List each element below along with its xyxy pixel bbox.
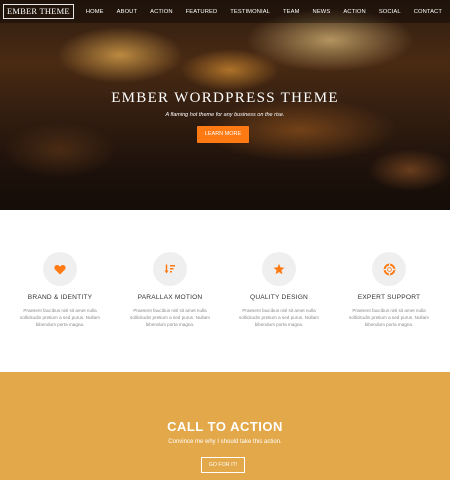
nav-social[interactable]: SOCIAL: [379, 9, 401, 15]
life-ring-icon: [383, 263, 395, 275]
feature-icon-circle: [153, 252, 187, 286]
nav-testimonial[interactable]: TESTIMONIAL: [230, 9, 270, 15]
top-navbar: EMBER THEME HOME ABOUT ACTION FEATURED T…: [0, 0, 450, 23]
nav-action-2[interactable]: ACTION: [343, 9, 366, 15]
nav-action[interactable]: ACTION: [150, 9, 173, 15]
feature-parallax-motion: PARALLAX MOTION Praesent faucibus nisl s…: [115, 252, 225, 328]
hero-section: EMBER THEME HOME ABOUT ACTION FEATURED T…: [0, 0, 450, 210]
nav-news[interactable]: NEWS: [313, 9, 331, 15]
cta-subtitle: Convince me why I should take this actio…: [168, 439, 282, 445]
feature-title: BRAND & IDENTITY: [27, 294, 93, 301]
feature-description: Praesent faucibus nisl sit amet nulla so…: [239, 308, 319, 327]
hero-title: EMBER WORDPRESS THEME: [111, 90, 339, 106]
cta-title: CALL TO ACTION: [167, 419, 283, 434]
feature-quality-design: QUALITY DESIGN Praesent faucibus nisl si…: [224, 252, 334, 328]
feature-title: QUALITY DESIGN: [249, 294, 308, 301]
feature-icon-circle: [262, 252, 296, 286]
feature-title: EXPERT SUPPORT: [357, 294, 421, 301]
nav-featured[interactable]: FEATURED: [186, 9, 218, 15]
hero-subtitle: A flaming hot theme for any business on …: [165, 112, 285, 118]
nav-links: HOME ABOUT ACTION FEATURED TESTIMONIAL T…: [73, 0, 442, 23]
feature-description: Praesent faucibus nisl sit amet nulla so…: [130, 308, 210, 327]
brand-logo[interactable]: EMBER THEME: [3, 4, 74, 19]
heart-icon: [54, 264, 66, 274]
features-section: BRAND & IDENTITY Praesent faucibus nisl …: [0, 210, 450, 372]
feature-expert-support: EXPERT SUPPORT Praesent faucibus nisl si…: [334, 252, 444, 328]
star-icon: [273, 263, 285, 275]
feature-description: Praesent faucibus nisl sit amet nulla so…: [20, 308, 100, 327]
nav-contact[interactable]: CONTACT: [414, 9, 442, 15]
feature-brand-identity: BRAND & IDENTITY Praesent faucibus nisl …: [5, 252, 115, 328]
feature-description: Praesent faucibus nisl sit amet nulla so…: [349, 308, 429, 327]
feature-icon-circle: [43, 252, 77, 286]
feature-title: PARALLAX MOTION: [137, 294, 203, 301]
feature-icon-circle: [372, 252, 406, 286]
sort-icon: [164, 264, 175, 274]
nav-team[interactable]: TEAM: [283, 9, 300, 15]
learn-more-button[interactable]: LEARN MORE: [197, 126, 249, 143]
nav-home[interactable]: HOME: [86, 9, 104, 15]
go-for-it-button[interactable]: GO FOR IT!: [201, 457, 245, 473]
call-to-action-section: CALL TO ACTION Convince me why I should …: [0, 372, 450, 480]
nav-about[interactable]: ABOUT: [117, 9, 137, 15]
